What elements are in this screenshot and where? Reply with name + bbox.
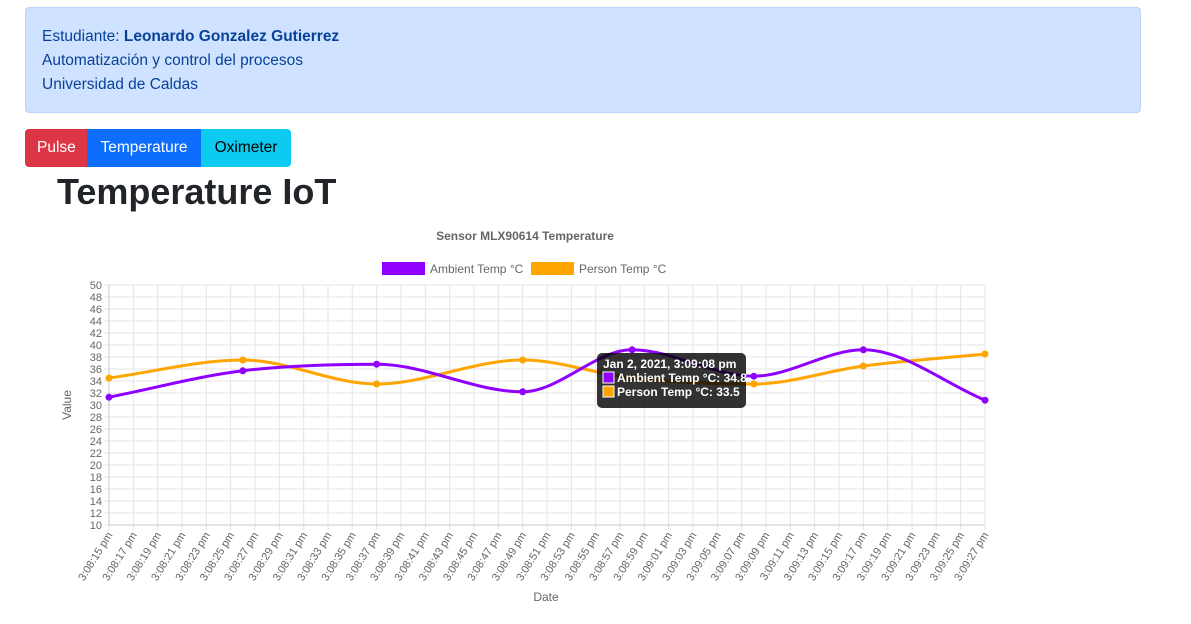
data-point-ambient	[859, 346, 867, 354]
y-tick-label: 30	[90, 400, 102, 412]
data-point-person	[373, 380, 381, 388]
y-tick-label: 28	[90, 412, 102, 424]
x-axis: 3:08:15 pm3:08:17 pm3:08:19 pm3:08:21 pm…	[76, 530, 991, 583]
y-axis: 1012141618202224262830323436384042444648…	[90, 280, 102, 532]
y-tick-label: 46	[90, 304, 102, 316]
tooltip-title: Jan 2, 2021, 3:09:08 pm	[603, 357, 736, 371]
y-axis-label: Value	[60, 390, 74, 420]
tooltip-swatch	[602, 371, 615, 384]
data-point-ambient	[750, 372, 758, 380]
chart-grid	[104, 284, 986, 530]
legend-swatch	[382, 262, 425, 275]
data-point-ambient	[239, 367, 247, 375]
y-tick-label: 38	[90, 352, 102, 364]
y-tick-label: 16	[90, 484, 102, 496]
data-point-ambient	[519, 388, 527, 396]
y-tick-label: 44	[90, 316, 102, 328]
data-point-person	[105, 374, 113, 382]
data-point-ambient	[981, 396, 989, 404]
chart-tooltip: Jan 2, 2021, 3:09:08 pmAmbient Temp °C: …	[597, 353, 747, 408]
chart-legend: Ambient Temp °C Person Temp °C	[382, 262, 667, 276]
y-tick-label: 26	[90, 424, 102, 436]
y-tick-label: 42	[90, 328, 102, 340]
y-tick-label: 40	[90, 340, 102, 352]
y-tick-label: 14	[90, 496, 102, 508]
y-tick-label: 32	[90, 388, 102, 400]
legend-label: Person Temp °C	[579, 262, 667, 276]
y-tick-label: 20	[90, 460, 102, 472]
temperature-chart[interactable]: Sensor MLX90614 Temperature Ambient Temp…	[0, 0, 1191, 624]
y-tick-label: 36	[90, 364, 102, 376]
data-point-person	[750, 380, 758, 388]
data-point-ambient	[105, 393, 113, 401]
y-tick-label: 24	[90, 436, 102, 448]
y-tick-label: 18	[90, 472, 102, 484]
y-tick-label: 34	[90, 376, 102, 388]
legend-swatch	[531, 262, 574, 275]
tooltip-swatch	[602, 385, 615, 398]
data-point-ambient	[628, 346, 636, 354]
data-point-person	[519, 356, 527, 364]
y-tick-label: 10	[90, 520, 102, 532]
y-tick-label: 22	[90, 448, 102, 460]
data-point-person	[239, 356, 247, 364]
legend-label: Ambient Temp °C	[430, 262, 524, 276]
tooltip-line: Ambient Temp °C: 34.8	[617, 371, 747, 385]
data-point-ambient	[373, 360, 381, 368]
y-tick-label: 50	[90, 280, 102, 292]
data-point-person	[981, 350, 989, 358]
y-tick-label: 48	[90, 292, 102, 304]
x-axis-label: Date	[533, 590, 559, 604]
y-tick-label: 12	[90, 508, 102, 520]
tooltip-line: Person Temp °C: 33.5	[617, 385, 740, 399]
data-point-person	[859, 362, 867, 370]
chart-title: Sensor MLX90614 Temperature	[436, 229, 614, 243]
